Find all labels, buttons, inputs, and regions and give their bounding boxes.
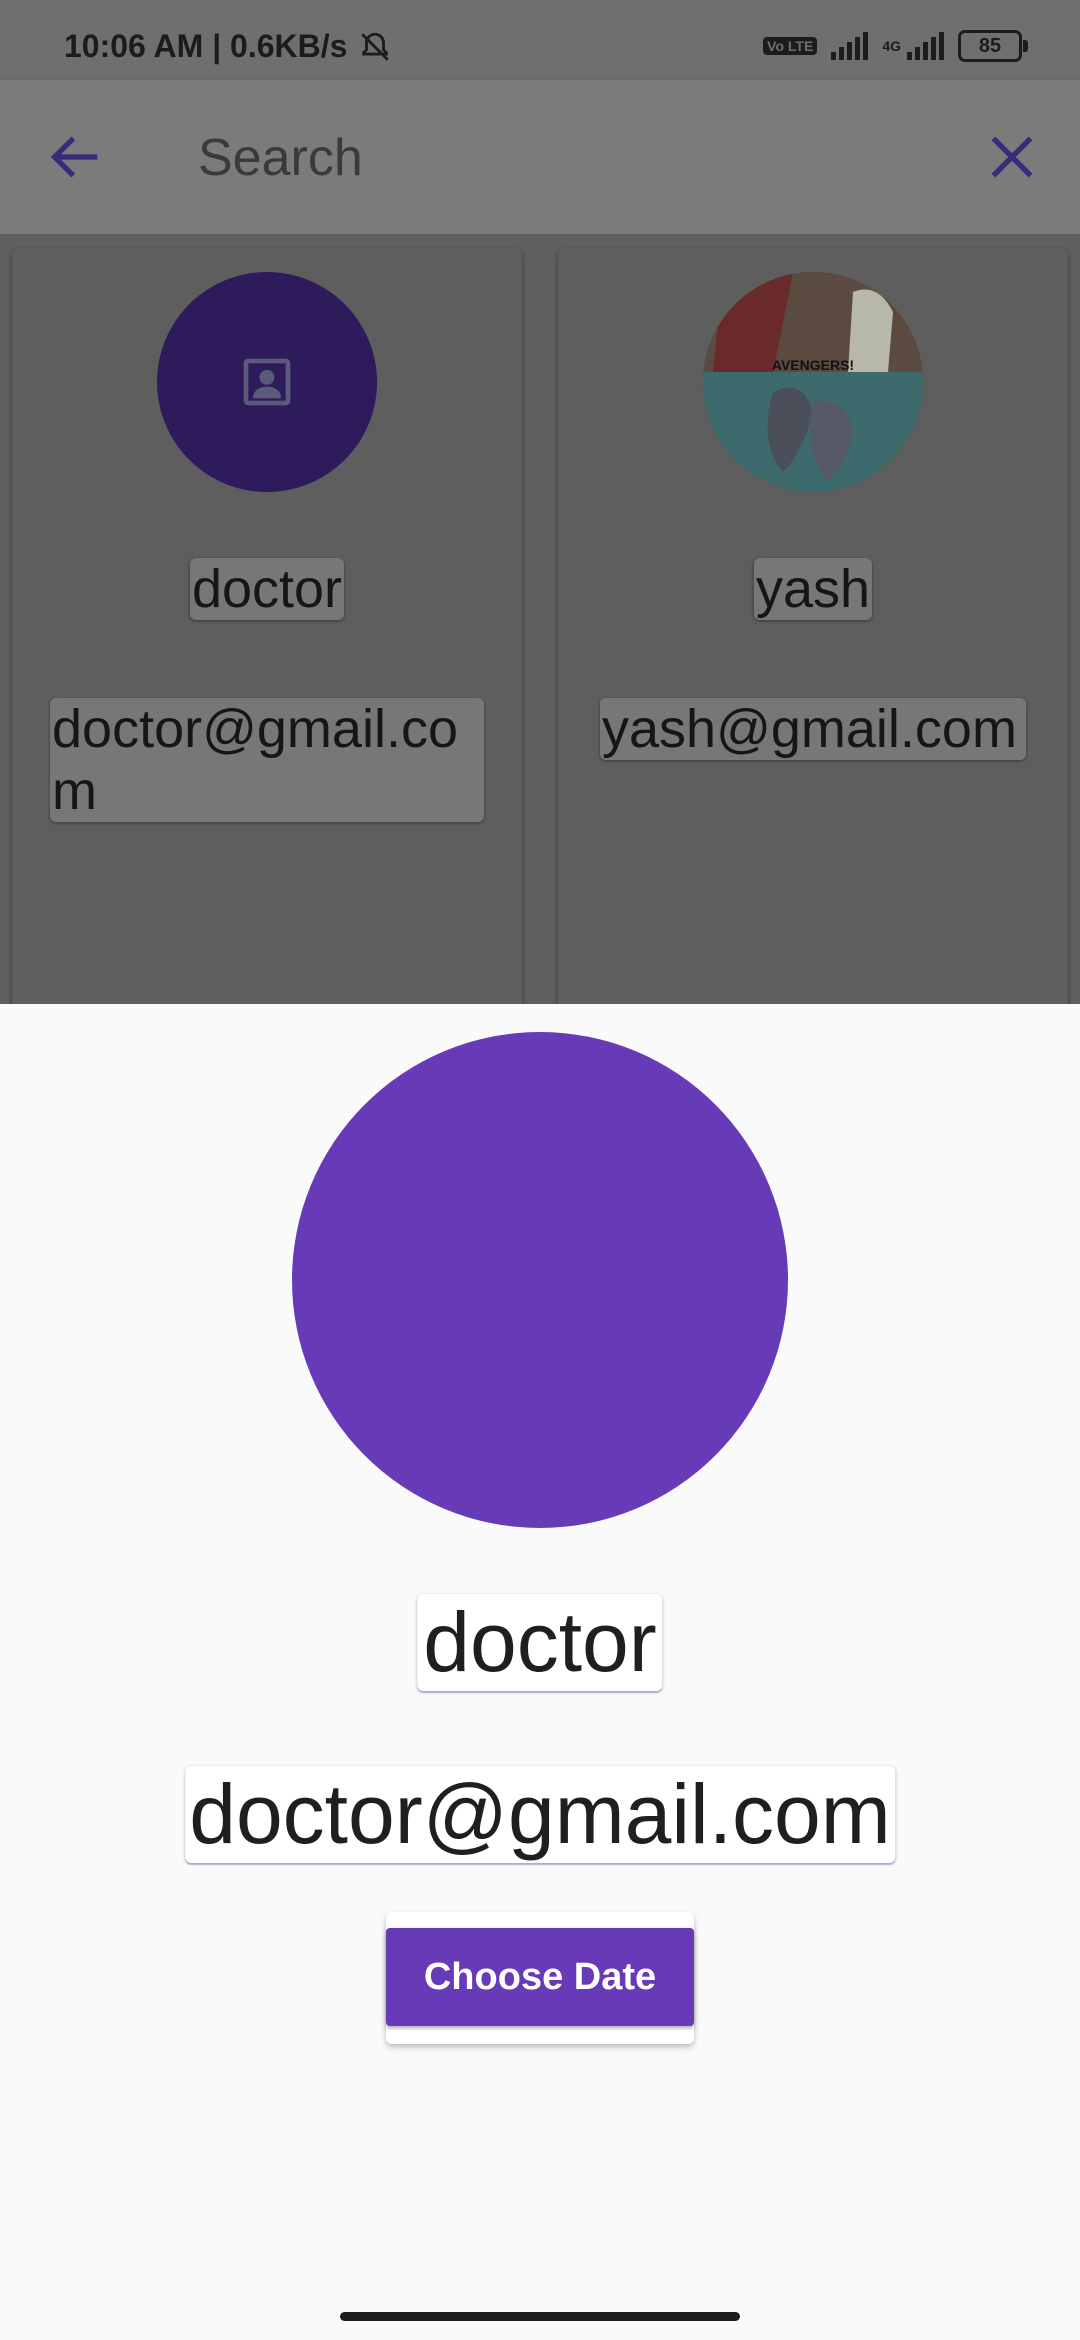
home-indicator[interactable] (340, 2312, 740, 2321)
detail-email: doctor@gmail.com (185, 1766, 895, 1863)
cartoon-caption: AVENGERS! (772, 357, 854, 373)
volte-icon: Vo LTE (763, 37, 818, 55)
signal-icon-2 (907, 32, 944, 60)
battery-icon: 85 (958, 30, 1028, 62)
avatar: AVENGERS! (703, 272, 923, 492)
detail-name: doctor (417, 1594, 663, 1691)
app-bar: Search (0, 80, 1080, 234)
network-type: 4G (882, 38, 901, 54)
back-arrow-icon[interactable] (44, 125, 108, 189)
result-name: yash (753, 558, 873, 620)
result-email: doctor@gmail.com (50, 698, 484, 822)
close-icon[interactable] (980, 125, 1044, 189)
result-email: yash@gmail.com (600, 698, 1026, 760)
detail-sheet: doctor doctor@gmail.com Choose Date (0, 1004, 1080, 2340)
result-card-doctor[interactable]: doctor doctor@gmail.com (12, 248, 522, 1028)
results-grid: doctor doctor@gmail.com AVENGERS! yash y… (0, 234, 1080, 1028)
person-placeholder-icon (243, 358, 291, 406)
result-card-yash[interactable]: AVENGERS! yash yash@gmail.com (558, 248, 1068, 1028)
signal-icon (831, 32, 869, 60)
result-name: doctor (189, 558, 345, 620)
detail-avatar (292, 1032, 788, 1528)
bell-muted-icon (361, 32, 389, 61)
status-time: 10:06 AM | 0.6KB/s (64, 28, 348, 64)
cartoon-avatar-image: AVENGERS! (703, 272, 923, 492)
status-icons: Vo LTE 4G 85 (763, 30, 1028, 62)
choose-date-button[interactable]: Choose Date (386, 1928, 694, 2026)
choose-date-container: Choose Date (386, 1912, 694, 2044)
search-title[interactable]: Search (198, 128, 363, 188)
avatar (157, 272, 377, 492)
status-bar: 10:06 AM | 0.6KB/s Vo LTE 4G 85 (0, 0, 1080, 80)
